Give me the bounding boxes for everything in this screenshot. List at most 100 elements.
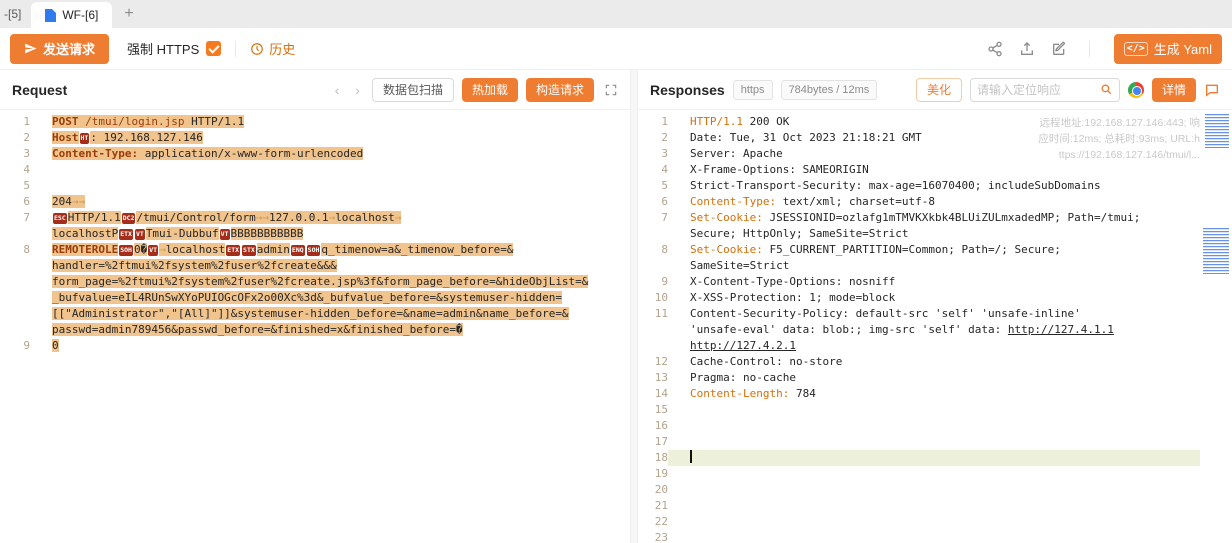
search-input[interactable] xyxy=(977,83,1096,97)
request-line[interactable]: 6204→→ xyxy=(0,194,630,210)
add-tab-button[interactable]: + xyxy=(112,5,145,28)
response-line[interactable]: 21 xyxy=(638,498,1232,514)
request-editor[interactable]: 1POST /tmui/login.jsp HTTP/1.12HostHT: 1… xyxy=(0,110,630,543)
response-line[interactable]: Secure; HttpOnly; SameSite=Strict xyxy=(638,226,1232,242)
request-line[interactable]: _bufvalue=eIL4RUnSwXYoPUIOGcOFx2o00Xc%3d… xyxy=(0,290,630,306)
line-content: Content-Type: application/x-www-form-url… xyxy=(30,146,630,162)
request-line[interactable]: 4 xyxy=(0,162,630,178)
send-request-button[interactable]: 发送请求 xyxy=(10,34,109,64)
response-line[interactable]: 15 xyxy=(638,402,1232,418)
control-char-badge: DC2 xyxy=(122,213,136,224)
line-number xyxy=(0,258,30,274)
line-content: HostHT: 192.168.127.146 xyxy=(30,130,630,146)
line-number xyxy=(0,290,30,306)
comment-icon[interactable] xyxy=(1204,82,1220,98)
send-icon xyxy=(24,42,37,55)
fuzzer-main: Request ‹ › 数据包扫描 热加载 构造请求 1POST /tmui/l… xyxy=(0,70,1232,543)
request-line[interactable]: 2HostHT: 192.168.127.146 xyxy=(0,130,630,146)
export-icon[interactable] xyxy=(1019,41,1035,57)
response-line[interactable]: 'unsafe-eval' data: blob:; img-src 'self… xyxy=(638,322,1232,338)
tab-active-webfuzzer[interactable]: WF-[6] xyxy=(31,2,112,28)
response-line[interactable]: 13Pragma: no-cache xyxy=(638,370,1232,386)
response-panel-header: Responses https 784bytes / 12ms 美化 详情 xyxy=(638,70,1232,110)
line-content: passwd=admin789456&passwd_before=&finish… xyxy=(30,322,630,338)
panel-splitter[interactable] xyxy=(630,70,638,543)
line-number: 17 xyxy=(638,434,668,450)
line-content: Set-Cookie: JSESSIONID=ozlafg1mTMVKXkbk4… xyxy=(668,210,1200,226)
request-line[interactable]: 5 xyxy=(0,178,630,194)
response-line[interactable]: 12Cache-Control: no-store xyxy=(638,354,1232,370)
request-line[interactable]: 3Content-Type: application/x-www-form-ur… xyxy=(0,146,630,162)
generate-yaml-button[interactable]: </> 生成 Yaml xyxy=(1114,34,1222,64)
line-content: Content-Type: text/xml; charset=utf-8 xyxy=(668,194,1200,210)
fullscreen-icon[interactable] xyxy=(604,83,618,97)
response-line[interactable]: 5Strict-Transport-Security: max-age=1607… xyxy=(638,178,1232,194)
line-number: 5 xyxy=(638,178,668,194)
chrome-icon[interactable] xyxy=(1128,82,1144,98)
request-line[interactable]: handler=%2ftmui%2fsystem%2fuser%2fcreate… xyxy=(0,258,630,274)
line-content: X-XSS-Protection: 1; mode=block xyxy=(668,290,1200,306)
line-number xyxy=(0,274,30,290)
response-line[interactable]: 19 xyxy=(638,466,1232,482)
response-line[interactable]: SameSite=Strict xyxy=(638,258,1232,274)
line-number: 7 xyxy=(0,210,30,226)
response-line[interactable]: 6Content-Type: text/xml; charset=utf-8 xyxy=(638,194,1232,210)
request-line[interactable]: [["Administrator","[All]"]]&systemuser-h… xyxy=(0,306,630,322)
hot-reload-button[interactable]: 热加载 xyxy=(462,78,518,102)
response-line[interactable]: 8Set-Cookie: F5_CURRENT_PARTITION=Common… xyxy=(638,242,1232,258)
share-icon[interactable] xyxy=(987,41,1003,57)
response-viewer[interactable]: 1HTTP/1.1 200 OK远程地址:192.168.127.146:443… xyxy=(638,110,1232,543)
line-content xyxy=(668,450,1200,466)
response-line[interactable]: http://127.4.2.1 xyxy=(638,338,1232,354)
response-line[interactable]: 20 xyxy=(638,482,1232,498)
response-line[interactable]: 9X-Content-Type-Options: nosniff xyxy=(638,274,1232,290)
line-number: 2 xyxy=(638,130,668,146)
line-content: Pragma: no-cache xyxy=(668,370,1200,386)
line-number: 9 xyxy=(0,338,30,354)
line-content: 0 xyxy=(30,338,630,354)
packet-scan-button[interactable]: 数据包扫描 xyxy=(372,78,454,102)
line-number: 8 xyxy=(0,242,30,258)
response-line[interactable]: 11Content-Security-Policy: default-src '… xyxy=(638,306,1232,322)
response-line[interactable]: 22 xyxy=(638,514,1232,530)
control-char-badge: ETX xyxy=(226,245,240,256)
response-line[interactable]: 16 xyxy=(638,418,1232,434)
line-content: [["Administrator","[All]"]]&systemuser-h… xyxy=(30,306,630,322)
request-line[interactable]: form_page=%2ftmui%2fsystem%2fuser%2fcrea… xyxy=(0,274,630,290)
code-icon: </> xyxy=(1124,42,1148,56)
response-line[interactable]: 4X-Frame-Options: SAMEORIGIN xyxy=(638,162,1232,178)
response-line[interactable]: 23 xyxy=(638,530,1232,543)
response-line[interactable]: 3Server: Apachettps://192.168.127.146/tm… xyxy=(638,146,1232,162)
line-number: 12 xyxy=(638,354,668,370)
chevron-left-icon[interactable]: ‹ xyxy=(331,82,344,98)
force-https-checkbox[interactable] xyxy=(206,41,221,56)
search-icon[interactable] xyxy=(1100,83,1113,96)
response-line[interactable]: 10X-XSS-Protection: 1; mode=block xyxy=(638,290,1232,306)
line-content: X-Content-Type-Options: nosniff xyxy=(668,274,1200,290)
force-https-control: 强制 HTTPS xyxy=(127,39,221,58)
request-line[interactable]: 1POST /tmui/login.jsp HTTP/1.1 xyxy=(0,114,630,130)
request-line[interactable]: 7ESCHTTP/1.1DC2/tmui/Control/form→→127.0… xyxy=(0,210,630,226)
response-line[interactable]: 17 xyxy=(638,434,1232,450)
line-number: 15 xyxy=(638,402,668,418)
history-button[interactable]: 历史 xyxy=(250,39,295,58)
tab-previous[interactable]: -[5] xyxy=(2,7,31,28)
edit-icon[interactable] xyxy=(1051,41,1067,57)
request-line[interactable]: 90 xyxy=(0,338,630,354)
line-content xyxy=(668,498,1200,514)
details-button[interactable]: 详情 xyxy=(1152,78,1196,102)
chevron-right-icon[interactable]: › xyxy=(351,82,364,98)
response-line[interactable]: 14Content-Length: 784 xyxy=(638,386,1232,402)
text-cursor xyxy=(690,450,692,463)
request-line[interactable]: localhostPETXVTTmui-DubbufVTBBBBBBBBBBB xyxy=(0,226,630,242)
request-line[interactable]: 8REMOTEROLESOH0�VT→localhostETXSTXadminE… xyxy=(0,242,630,258)
response-line[interactable]: 18 xyxy=(638,450,1232,466)
response-line[interactable]: 1HTTP/1.1 200 OK远程地址:192.168.127.146:443… xyxy=(638,114,1232,130)
beautify-button[interactable]: 美化 xyxy=(916,78,962,102)
line-content: ESCHTTP/1.1DC2/tmui/Control/form→→127.0.… xyxy=(30,210,630,226)
construct-request-button[interactable]: 构造请求 xyxy=(526,78,594,102)
request-line[interactable]: passwd=admin789456&passwd_before=&finish… xyxy=(0,322,630,338)
response-line[interactable]: 7Set-Cookie: JSESSIONID=ozlafg1mTMVKXkbk… xyxy=(638,210,1232,226)
line-content xyxy=(30,162,630,178)
response-line[interactable]: 2Date: Tue, 31 Oct 2023 21:18:21 GMT应时间:… xyxy=(638,130,1232,146)
